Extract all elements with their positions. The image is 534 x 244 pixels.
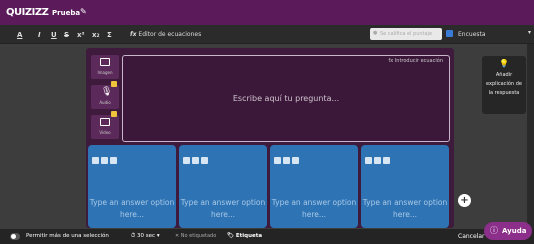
image-icon[interactable] [192, 157, 199, 164]
timer-label: 30 sec [137, 233, 156, 239]
graded-score-button[interactable]: ● Se califica el puntaje [370, 28, 442, 40]
underline-button[interactable]: U [51, 31, 57, 39]
answer-card[interactable]: Type an answer option here... [270, 145, 358, 228]
answer-card[interactable]: Type an answer option here... [361, 145, 449, 228]
quizizz-logo[interactable]: QUIZIZZ [6, 7, 49, 18]
equation-editor-label: Editor de ecuaciones [138, 31, 202, 38]
answer-card[interactable]: Type an answer option here... [179, 145, 267, 228]
pencil-icon[interactable]: ✎ [80, 7, 87, 16]
answer-tools [183, 149, 210, 168]
info-icon: ● [373, 30, 378, 36]
italic-button[interactable]: I [38, 31, 41, 39]
answer-placeholder: Type an answer option here... [271, 198, 357, 219]
function-icon[interactable] [201, 157, 208, 164]
delete-icon[interactable] [92, 157, 99, 164]
function-icon[interactable] [110, 157, 117, 164]
top-bar: QUIZIZZ Prueba ✎ [0, 0, 534, 25]
no-tag-chip[interactable]: ✕ No etiquetado [175, 233, 216, 239]
close-icon: ✕ [175, 233, 180, 239]
insert-equation-button[interactable]: fx Introducir ecuación [389, 58, 444, 64]
answer-tools [92, 149, 119, 168]
sum-button[interactable]: Σ [107, 31, 112, 39]
question-type-label: Encuesta [458, 31, 486, 38]
multi-select-toggle[interactable] [10, 233, 20, 240]
answer-placeholder: Type an answer option here... [89, 198, 175, 219]
audio-button[interactable]: 🎙 Audio [91, 85, 119, 109]
strikethrough-button[interactable]: S [64, 31, 69, 39]
help-icon: ⓘ [490, 226, 498, 235]
help-button[interactable]: ⓘ Ayuda [484, 222, 532, 240]
premium-badge [111, 81, 117, 87]
image-icon [100, 58, 110, 66]
scrollbar[interactable] [527, 44, 534, 229]
text-color-button[interactable]: A [17, 31, 22, 39]
function-icon[interactable] [383, 157, 390, 164]
question-placeholder: Escribe aquí tu pregunta... [232, 94, 340, 103]
lightbulb-icon: 💡 [499, 59, 509, 68]
timer-select[interactable]: ⏱ 30 sec ▾ [131, 233, 160, 240]
delete-icon[interactable] [183, 157, 190, 164]
bottom-bar: Permitir más de una selección ⏱ 30 sec ▾… [0, 229, 534, 244]
image-icon[interactable] [283, 157, 290, 164]
add-explanation-label: Añadir explicación de la respuesta [486, 72, 522, 96]
formatting-toolbar: A I U S x² x₂ Σ fx Editor de ecuaciones … [0, 25, 534, 44]
delete-icon[interactable] [365, 157, 372, 164]
equation-editor-button[interactable]: fx Editor de ecuaciones [130, 31, 201, 38]
add-explanation-button[interactable]: 💡 Añadir explicación de la respuesta [482, 56, 526, 114]
image-icon[interactable] [101, 157, 108, 164]
add-answer-button[interactable]: + [458, 194, 471, 207]
image-icon[interactable] [374, 157, 381, 164]
audio-label: Audio [99, 100, 111, 105]
chevron-down-icon: ▾ [528, 29, 532, 36]
insert-equation-label: Introducir ecuación [394, 58, 443, 64]
graded-score-label: Se califica el puntaje [380, 31, 433, 37]
microphone-icon: 🎙 [101, 87, 113, 97]
clock-icon: ⏱ [131, 233, 136, 239]
answer-placeholder: Type an answer option here... [180, 198, 266, 219]
quiz-name[interactable]: Prueba [52, 9, 80, 17]
image-button[interactable]: Imagen [91, 55, 119, 79]
answer-tools [365, 149, 392, 168]
question-type-select[interactable]: Encuesta ▾ [446, 28, 532, 40]
function-icon[interactable] [292, 157, 299, 164]
answer-placeholder: Type an answer option here... [362, 198, 448, 219]
video-icon [100, 118, 110, 126]
answer-tools [274, 149, 301, 168]
video-button[interactable]: Video [91, 115, 119, 139]
help-label: Ayuda [502, 227, 527, 235]
chevron-down-icon: ▾ [156, 233, 160, 239]
tag-button[interactable]: 🏷 Etiqueta [227, 233, 262, 239]
tag-label: Etiqueta [235, 233, 263, 239]
answer-card[interactable]: Type an answer option here... [88, 145, 176, 228]
delete-icon[interactable] [274, 157, 281, 164]
premium-badge [111, 111, 117, 117]
superscript-button[interactable]: x² [77, 31, 85, 39]
image-label: Imagen [97, 70, 113, 75]
function-icon: fx [388, 58, 394, 64]
cancel-button[interactable]: Cancelar [458, 233, 484, 240]
tag-icon: 🏷 [227, 233, 234, 239]
toggle-knob [11, 234, 16, 239]
no-tag-label: No etiquetado [180, 233, 217, 239]
survey-icon [446, 30, 453, 37]
function-icon: fx [130, 31, 137, 38]
multi-select-label: Permitir más de una selección [26, 233, 109, 239]
subscript-button[interactable]: x₂ [92, 31, 100, 39]
question-input[interactable]: fx Introducir ecuación Escribe aquí tu p… [122, 55, 450, 142]
video-label: Video [99, 130, 111, 135]
